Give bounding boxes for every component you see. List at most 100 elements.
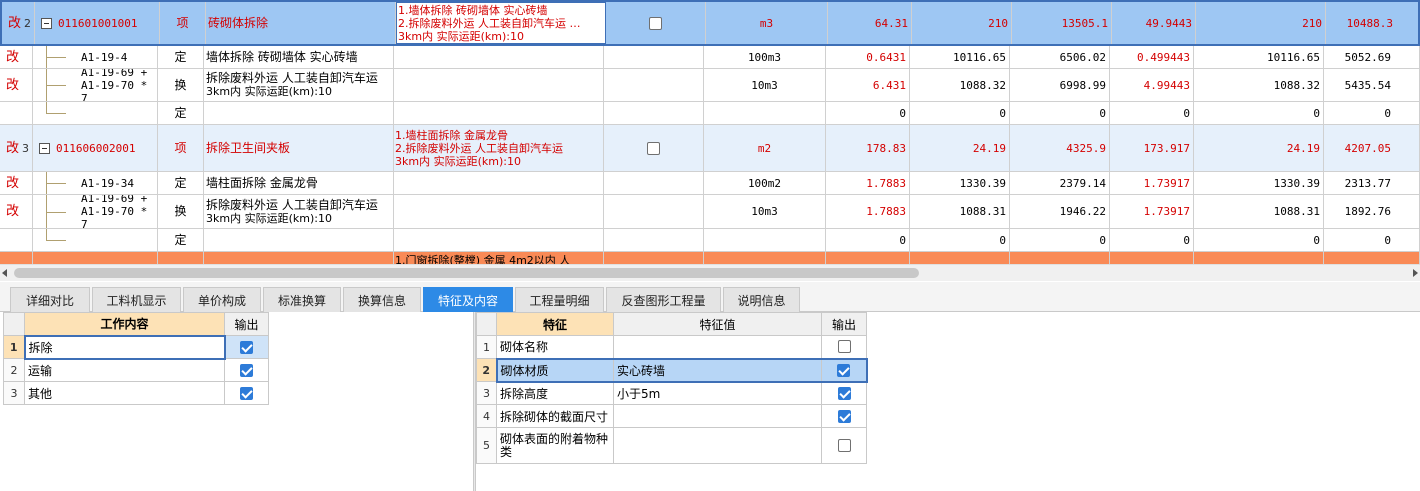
feature-row[interactable]: 1 砌体名称 bbox=[476, 335, 867, 359]
table-row[interactable]: 改 A1-19-4 定 墙体拆除 砖砌墙体 实心砖墙 100m3 0.6431 … bbox=[0, 46, 1420, 69]
item-name[interactable]: 拆除卫生间夹板 bbox=[204, 125, 394, 171]
quota-quantity-2: 1.73917 bbox=[1110, 195, 1194, 228]
feature-value-header: 特征值 bbox=[613, 312, 822, 336]
tab-standard-conversion[interactable]: 标准换算 bbox=[263, 287, 341, 312]
work-output-checkbox[interactable] bbox=[240, 340, 254, 354]
feature-row[interactable]: 4 拆除砌体的截面尺寸 bbox=[476, 404, 867, 428]
quota-total-2: 5052.69 bbox=[1324, 46, 1420, 68]
quota-total: 6998.99 bbox=[1010, 69, 1110, 101]
item-checkbox[interactable] bbox=[647, 141, 660, 155]
quota-total-2: 0 bbox=[1324, 229, 1420, 251]
quota-quantity[interactable]: 0 bbox=[826, 229, 910, 251]
collapse-icon[interactable] bbox=[41, 17, 52, 29]
modified-mark: 改 bbox=[6, 140, 20, 156]
feature-value[interactable] bbox=[613, 335, 822, 359]
scroll-right-icon[interactable] bbox=[1413, 269, 1418, 277]
quota-quantity[interactable]: 1.7883 bbox=[826, 195, 910, 228]
table-row[interactable]: 定 0 0 0 0 0 0 bbox=[0, 102, 1420, 125]
feature-row[interactable]: 5 砌体表面的附着物种类 bbox=[476, 427, 867, 464]
item-total-2: 10488.3 bbox=[1326, 2, 1420, 44]
quota-quantity[interactable]: 0 bbox=[826, 102, 910, 124]
tab-conversion-info[interactable]: 换算信息 bbox=[343, 287, 421, 312]
work-row[interactable]: 2 运输 bbox=[3, 358, 269, 382]
work-output-checkbox[interactable] bbox=[240, 386, 253, 400]
tab-labor-material[interactable]: 工料机显示 bbox=[92, 287, 181, 312]
quota-name[interactable]: 拆除废料外运 人工装自卸汽车运 3km内 实际运距(km):10 bbox=[204, 195, 394, 228]
work-row[interactable]: 3 其他 bbox=[3, 381, 269, 405]
feature-output-checkbox[interactable] bbox=[837, 409, 851, 423]
quota-price-2: 10116.65 bbox=[1194, 46, 1324, 68]
quota-price-2: 0 bbox=[1194, 229, 1324, 251]
quota-unit: 10m3 bbox=[704, 195, 826, 228]
item-code: 011601001001 bbox=[58, 16, 138, 30]
quota-name[interactable] bbox=[204, 102, 394, 124]
item-total-2: 4207.05 bbox=[1324, 125, 1420, 171]
quota-grid[interactable]: 改2 011601001001 项 砖砌体拆除 1.墙体拆除 砖砌墙体 实心砖墙… bbox=[0, 0, 1420, 264]
tab-features-content[interactable]: 特征及内容 bbox=[423, 287, 513, 312]
row-number: 2 bbox=[476, 358, 497, 382]
quota-price-2: 0 bbox=[1194, 102, 1324, 124]
quota-name[interactable]: 拆除废料外运 人工装自卸汽车运 3km内 实际运距(km):10 bbox=[204, 69, 394, 101]
quota-name[interactable]: 墙体拆除 砖砌墙体 实心砖墙 bbox=[204, 46, 394, 68]
tab-detail-compare[interactable]: 详细对比 bbox=[10, 287, 90, 312]
tab-unit-price[interactable]: 单价构成 bbox=[183, 287, 261, 312]
quota-price: 1088.32 bbox=[910, 69, 1010, 101]
quota-total-2: 0 bbox=[1324, 102, 1420, 124]
work-content-cell[interactable]: 拆除 bbox=[23, 334, 226, 360]
table-row-partial[interactable]: 1.门窗拆除(整樘) 金属 4m2以内 人 bbox=[0, 252, 1420, 264]
quota-price: 0 bbox=[910, 102, 1010, 124]
feature-output-checkbox[interactable] bbox=[837, 439, 851, 452]
quota-total: 0 bbox=[1010, 229, 1110, 251]
feature-name: 拆除砌体的截面尺寸 bbox=[496, 404, 614, 428]
work-content-cell[interactable]: 运输 bbox=[24, 358, 225, 382]
table-row[interactable]: 改 A1-19-69 + A1-19-70 * 7 换 拆除废料外运 人工装自卸汽… bbox=[0, 69, 1420, 102]
feature-output-checkbox[interactable] bbox=[837, 363, 851, 377]
feature-row[interactable]: 2 砌体材质 实心砖墙 bbox=[476, 357, 868, 383]
item-price: 210 bbox=[912, 2, 1012, 44]
item-name[interactable]: 砖砌体拆除 bbox=[206, 2, 396, 44]
table-row[interactable]: 改 A1-19-34 定 墙柱面拆除 金属龙骨 100m2 1.7883 133… bbox=[0, 172, 1420, 195]
work-output-checkbox[interactable] bbox=[240, 363, 253, 377]
table-row-item-3[interactable]: 改3 011606002001 项 拆除卫生间夹板 1.墙柱面拆除 金属龙骨 2.… bbox=[0, 125, 1420, 172]
horizontal-scrollbar[interactable] bbox=[0, 264, 1420, 281]
quota-total: 6506.02 bbox=[1010, 46, 1110, 68]
row-number: 1 bbox=[476, 335, 497, 359]
item-quantity[interactable]: 178.83 bbox=[826, 125, 910, 171]
tab-quantity-detail[interactable]: 工程量明细 bbox=[515, 287, 604, 312]
item-checkbox[interactable] bbox=[649, 16, 662, 30]
quota-quantity-2: 4.99443 bbox=[1110, 69, 1194, 101]
quota-quantity[interactable]: 6.431 bbox=[826, 69, 910, 101]
modified-mark bbox=[0, 102, 33, 124]
feature-value[interactable] bbox=[613, 404, 822, 428]
quota-quantity[interactable]: 0.6431 bbox=[826, 46, 910, 68]
tab-description[interactable]: 说明信息 bbox=[723, 287, 800, 312]
feature-output-checkbox[interactable] bbox=[837, 386, 851, 400]
feature-value[interactable] bbox=[613, 427, 822, 464]
quota-quantity-2: 1.73917 bbox=[1110, 172, 1194, 194]
table-row[interactable]: 定 0 0 0 0 0 0 bbox=[0, 229, 1420, 252]
table-row-item-2[interactable]: 改2 011601001001 项 砖砌体拆除 1.墙体拆除 砖砌墙体 实心砖墙… bbox=[0, 0, 1420, 46]
item-feature-desc[interactable]: 1.墙柱面拆除 金属龙骨 2.拆除废料外运 人工装自卸汽车运 3km内 实际运距(k… bbox=[394, 125, 604, 171]
scroll-left-icon[interactable] bbox=[2, 269, 7, 277]
item-total: 13505.1 bbox=[1012, 2, 1112, 44]
quota-type: 换 bbox=[158, 195, 204, 228]
item-quantity[interactable]: 64.31 bbox=[828, 2, 912, 44]
quota-total-2: 1892.76 bbox=[1324, 195, 1420, 228]
item-feature-desc[interactable]: 1.墙体拆除 砖砌墙体 实心砖墙 2.拆除废料外运 人工装自卸汽车运 … 3km内 … bbox=[396, 2, 606, 44]
feature-row[interactable]: 3 拆除高度 小于5m bbox=[476, 381, 867, 405]
work-content-cell[interactable]: 其他 bbox=[24, 381, 225, 405]
quota-name[interactable]: 墙柱面拆除 金属龙骨 bbox=[204, 172, 394, 194]
feature-output-checkbox[interactable] bbox=[837, 340, 851, 354]
scroll-thumb[interactable] bbox=[14, 268, 919, 278]
feature-value[interactable]: 实心砖墙 bbox=[613, 357, 822, 383]
quota-type: 定 bbox=[158, 102, 204, 124]
collapse-icon[interactable] bbox=[39, 142, 50, 154]
quota-name[interactable] bbox=[204, 229, 394, 251]
quota-quantity[interactable]: 1.7883 bbox=[826, 172, 910, 194]
work-row[interactable]: 1 拆除 bbox=[3, 334, 269, 360]
tab-reverse-lookup[interactable]: 反查图形工程量 bbox=[606, 287, 721, 312]
quota-total: 1946.22 bbox=[1010, 195, 1110, 228]
feature-value[interactable]: 小于5m bbox=[613, 381, 822, 405]
table-row[interactable]: 改 A1-19-69 + A1-19-70 * 7 换 拆除废料外运 人工装自卸汽… bbox=[0, 195, 1420, 229]
item-price: 24.19 bbox=[910, 125, 1010, 171]
